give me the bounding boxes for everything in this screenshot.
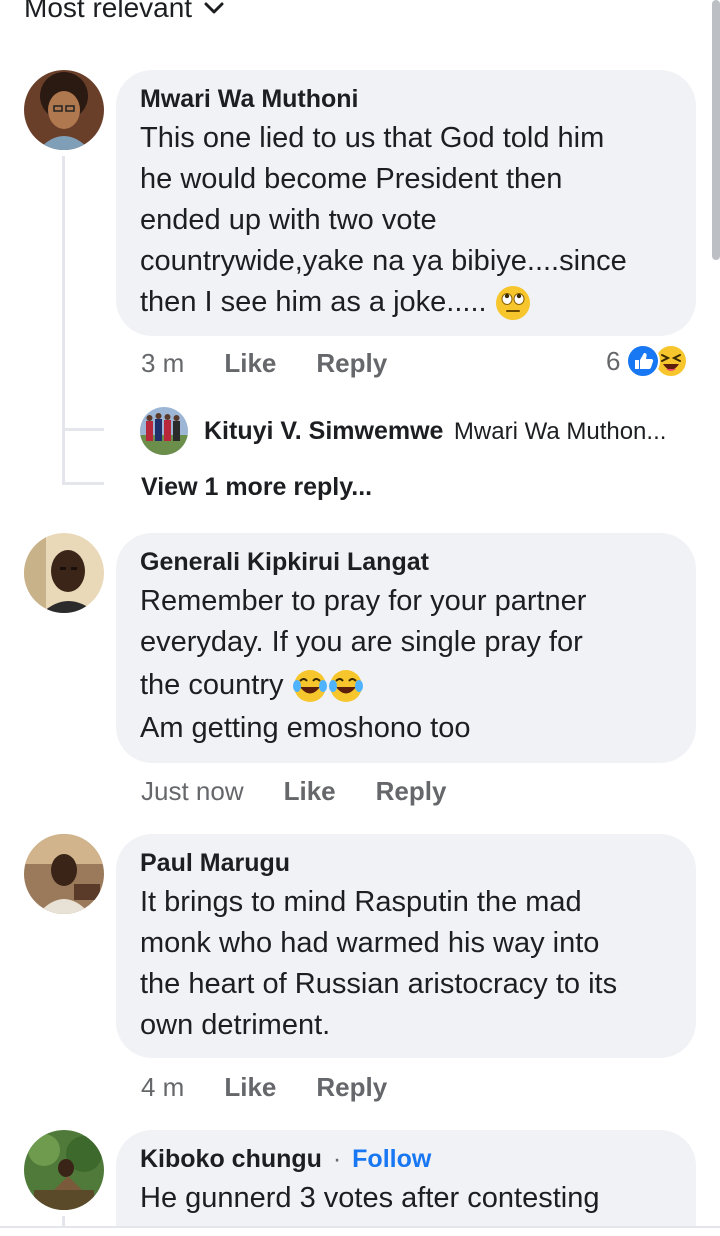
comment-text: It brings to mind Rasputin the mad monk … (140, 886, 618, 1041)
thread-line (62, 156, 65, 482)
reply-author: Kituyi V. Simwemwe (204, 417, 444, 445)
avatar[interactable] (24, 834, 104, 914)
avatar[interactable] (24, 70, 104, 150)
comment-text: Remember to pray for your partner everyd… (140, 585, 587, 744)
tears-of-joy-emoji-icon (328, 670, 363, 703)
reaction-count: 6 (606, 345, 621, 376)
comment-text: He gunnerd 3 votes after contesting (140, 1182, 600, 1214)
thread-line (62, 428, 104, 431)
comment-timestamp[interactable]: 3 m (141, 348, 184, 379)
reply-button[interactable]: Reply (316, 348, 387, 379)
like-button[interactable]: Like (284, 776, 336, 807)
reply-preview[interactable]: Kituyi V. Simwemwe Mwari Wa Muthon... (204, 417, 666, 446)
sort-label: Most relevant (24, 0, 193, 23)
comment-bubble[interactable]: Paul Marugu It brings to mind Rasputin t… (116, 834, 696, 1058)
view-more-replies-link[interactable]: View 1 more reply... (141, 473, 372, 502)
follow-button[interactable]: Follow (352, 1145, 431, 1173)
scrollbar[interactable] (712, 0, 720, 260)
like-button[interactable]: Like (224, 348, 276, 379)
avatar[interactable] (24, 1130, 104, 1210)
reply-button[interactable]: Reply (316, 1072, 387, 1103)
comment-author[interactable]: Paul Marugu (140, 848, 672, 878)
comment-text: This one lied to us that God told him he… (140, 118, 672, 323)
thread-line (62, 482, 104, 485)
comment-actions: 4 m Like Reply (141, 1072, 387, 1103)
comment-bubble[interactable]: Generali Kipkirui Langat Remember to pra… (116, 533, 696, 763)
comment-timestamp[interactable]: 4 m (141, 1072, 184, 1103)
comment-author[interactable]: Mwari Wa Muthoni (140, 84, 672, 114)
eye-roll-emoji-icon (495, 286, 530, 321)
comment-actions: 3 m Like Reply (141, 348, 387, 379)
comment-author[interactable]: Generali Kipkirui Langat (140, 547, 672, 577)
avatar[interactable] (140, 407, 188, 455)
like-button[interactable]: Like (224, 1072, 276, 1103)
reaction-summary[interactable]: 6 (606, 344, 689, 378)
like-reaction-icon (626, 344, 661, 378)
sort-dropdown[interactable]: Most relevant (24, 0, 224, 24)
reply-text: Mwari Wa Muthon... (453, 418, 667, 445)
comment-author[interactable]: Kiboko chungu (140, 1145, 322, 1173)
reply-button[interactable]: Reply (376, 776, 447, 807)
tears-of-joy-emoji-icon (292, 670, 327, 703)
chevron-down-icon (204, 2, 224, 14)
comment-actions: Just now Like Reply (141, 776, 446, 807)
bottom-divider (0, 1226, 720, 1228)
avatar[interactable] (24, 533, 104, 613)
comment-timestamp[interactable]: Just now (141, 776, 244, 807)
thread-line (62, 1216, 65, 1226)
comment-bubble[interactable]: Mwari Wa Muthoni This one lied to us tha… (116, 70, 696, 336)
comment-bubble[interactable]: Kiboko chungu · Follow He gunnerd 3 vote… (116, 1130, 696, 1226)
